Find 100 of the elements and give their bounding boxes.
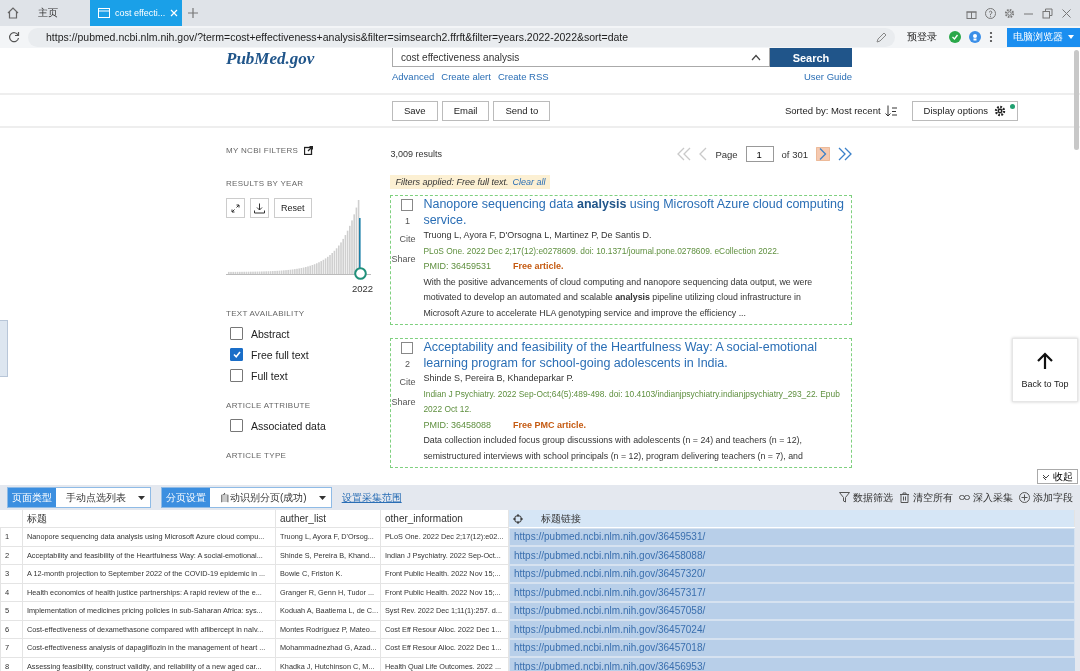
section-heading: ARTICLE TYPE [226, 451, 288, 460]
toolbar-button[interactable]: 数据筛选 [839, 490, 893, 505]
free-article-label: Free article. [512, 260, 564, 273]
toolbar-button[interactable]: 深入采集 [959, 490, 1013, 505]
window-icon [98, 8, 110, 18]
download-icon [254, 202, 265, 214]
abstract-snippet: semistructured interviews with school principals (n = 12), program delivering teachers (n = 7), and [423, 449, 804, 463]
extension-icon[interactable] [969, 31, 981, 43]
expand-button[interactable] [226, 198, 245, 218]
checkbox[interactable] [230, 419, 243, 432]
trash-icon [899, 492, 910, 503]
abstract-snippet: With the positive advancements of cloud computing and nanopore sequencing data output, we were [423, 275, 814, 289]
next-page-icon[interactable] [816, 147, 830, 161]
expand-icon [231, 203, 240, 213]
checkbox[interactable] [401, 342, 414, 354]
checkbox[interactable] [230, 348, 243, 361]
last-page-icon[interactable] [838, 147, 852, 161]
back-to-top-button[interactable]: Back to Top [1012, 338, 1078, 402]
filter-option[interactable]: Abstract [251, 327, 290, 340]
cite-link[interactable]: Cite [399, 377, 416, 387]
share-link[interactable]: Share [391, 397, 416, 407]
action-button[interactable]: Email [441, 100, 490, 121]
reload-icon[interactable] [8, 31, 20, 43]
collapse-button[interactable]: 收起 [1037, 469, 1078, 484]
address-field[interactable]: https://pubmed.ncbi.nlm.nih.gov/?term=cost+effectiveness+analysis&filter=simsearch2.ffrft&filter=years.2022-2022&sort=date [28, 27, 895, 47]
filter-option[interactable]: Associated data [251, 419, 326, 432]
browser-tab[interactable]: 主页 [30, 0, 88, 26]
settings-icon [994, 104, 1006, 117]
close-icon[interactable] [1061, 7, 1072, 19]
pmid: PMID: 36459531 [423, 260, 491, 273]
column-header[interactable]: 标题 [22, 510, 276, 528]
status-dot-icon [1010, 103, 1015, 109]
scrollbar[interactable] [1074, 50, 1079, 150]
column-header[interactable]: 标题链接 [509, 510, 1075, 527]
add-icon [1019, 492, 1030, 503]
year-label: 2022 [352, 283, 375, 294]
clear-icon[interactable] [751, 53, 761, 61]
checkbox[interactable] [230, 327, 243, 340]
search-button[interactable]: Search [770, 48, 852, 67]
article-number: 2 [404, 359, 410, 369]
abstract-snippet: Microsoft Azure to accelerate HLA genotyping service and improve the efficiency ... [423, 306, 747, 320]
first-page-icon [677, 147, 692, 161]
abstract-snippet: motivated to develop an automated and scalable analysis pipeline utilizing cloud infrastructure in [423, 291, 802, 304]
search-link[interactable]: Create alert [441, 71, 491, 82]
action-button[interactable]: Save [392, 100, 438, 121]
reset-button[interactable]: Reset [274, 198, 312, 218]
column-header[interactable]: auther_list [275, 510, 381, 528]
extension-icon[interactable] [949, 31, 961, 43]
clear-all-link[interactable]: Clear all [512, 177, 546, 187]
filter-option[interactable]: Free full text [251, 348, 309, 361]
check-icon [232, 351, 241, 358]
target-icon [513, 513, 523, 524]
table-cell: https://pubmed.ncbi.nlm.nih.gov/36456953/ [509, 657, 1075, 671]
results-count: 3,009 results [390, 149, 442, 159]
section-heading: MY NCBI FILTERS [226, 146, 299, 155]
search-link[interactable]: Create RSS [497, 71, 549, 82]
free-article-label: Free PMC article. [512, 418, 586, 432]
plus-icon[interactable] [188, 8, 198, 18]
filter-option[interactable]: Full text [251, 369, 288, 382]
range-handle[interactable] [354, 267, 367, 280]
article-citation: Indian J Psychiatry. 2022 Sep-Oct;64(5):489-498. doi: 10.4103/indianjpsychiatry.indianjpsychiatry_293_22. Epub 2022 Oct 12. [423, 387, 841, 416]
up-arrow-icon [1036, 351, 1054, 370]
pmid: PMID: 36458088 [423, 418, 491, 432]
pubmed-logo[interactable]: PubMed.gov [226, 48, 392, 93]
article-title[interactable]: Nanopore sequencing data analysis using Microsoft Azure cloud computing service. [423, 197, 851, 228]
display-options-button[interactable]: Display options [911, 100, 1018, 121]
range-link[interactable]: 设置采集范围 [341, 490, 402, 505]
search-link[interactable]: Advanced [392, 71, 435, 82]
abstract-snippet: Data collection included focus group discussions with adolescents (n = 24) and teachers (n = 12), [423, 434, 803, 447]
previous-page-icon [699, 147, 708, 161]
cite-link[interactable]: Cite [399, 234, 416, 244]
home-icon[interactable] [6, 6, 20, 20]
pen-icon[interactable] [876, 31, 887, 43]
menu-icon[interactable] [989, 31, 993, 43]
external-link-icon[interactable] [304, 146, 314, 155]
download-button[interactable] [250, 198, 269, 218]
page-label: Page [715, 148, 738, 160]
search-field[interactable]: cost effectiveness analysis [392, 48, 770, 67]
checkbox[interactable] [230, 369, 243, 382]
sort-label[interactable]: Sorted by: Most recent [785, 105, 881, 116]
help-icon[interactable] [985, 7, 996, 19]
article-number: 1 [404, 216, 410, 226]
table-cell: https://pubmed.ncbi.nlm.nih.gov/36458088/ [509, 546, 1075, 565]
article-title[interactable]: Acceptability and feasibility of the Heartfulness Way: A social-emotional learning program for school-going adolescents in India. [423, 340, 851, 371]
sort-icon[interactable] [884, 104, 898, 117]
restore-icon[interactable] [1042, 7, 1053, 19]
action-button[interactable]: Send to [493, 100, 551, 121]
page-field[interactable]: 1 [745, 146, 774, 162]
checkbox[interactable] [401, 199, 414, 211]
column-header[interactable]: other_information [380, 510, 509, 528]
section-heading: TEXT AVAILABILITY [226, 309, 306, 318]
table-cell: https://pubmed.ncbi.nlm.nih.gov/36459531/ [509, 527, 1075, 546]
article-authors: Truong L, Ayora F, D'Orsogna L, Martinez P, De Santis D. [423, 229, 653, 242]
settings-icon[interactable] [1004, 7, 1015, 19]
login-link[interactable]: 预登录 [907, 30, 937, 44]
filter-summary: Filters applied: Free full text. [395, 177, 509, 187]
share-link[interactable]: Share [391, 254, 416, 264]
toolbar-button[interactable]: 清空所有 [899, 490, 953, 505]
toolbar-button[interactable]: 添加字段 [1019, 490, 1073, 505]
user-guide-link[interactable]: User Guide [803, 71, 852, 82]
